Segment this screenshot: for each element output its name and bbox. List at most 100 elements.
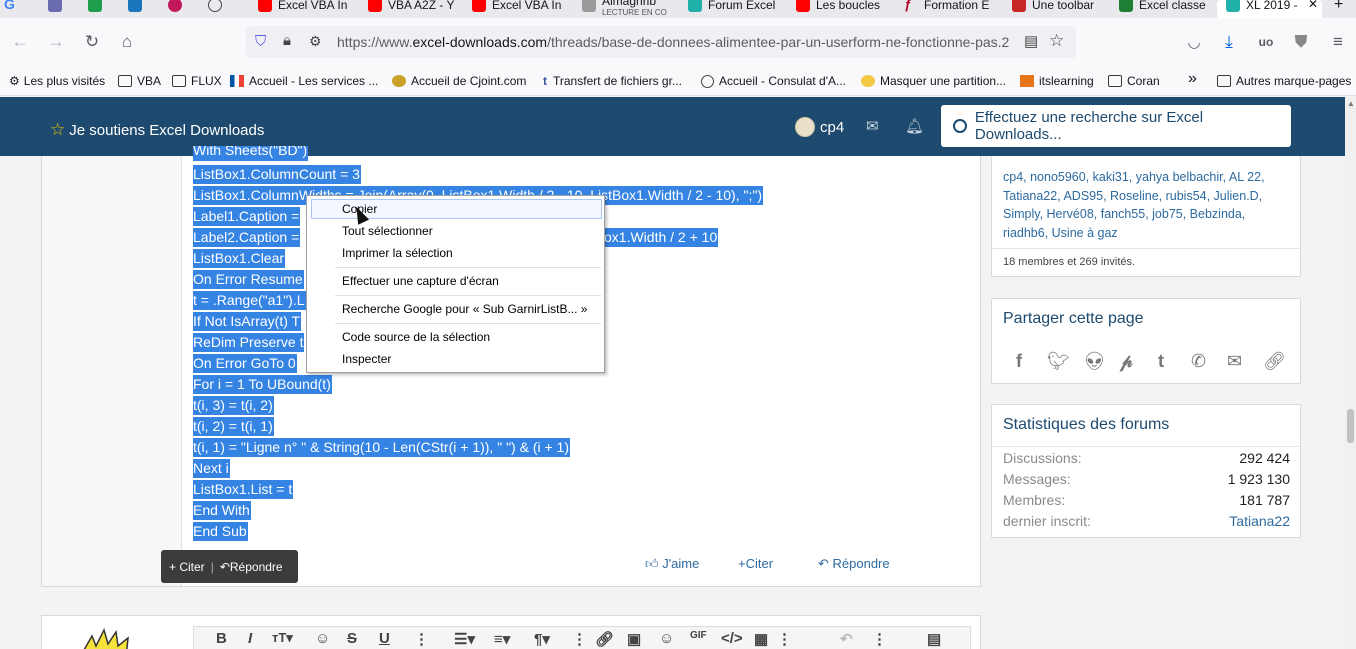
tab-youtube-2[interactable]: VBA A2Z - Y bbox=[368, 0, 458, 18]
code-line[interactable]: With Sheets("BD") bbox=[193, 146, 309, 161]
menu-item-inspect[interactable]: Inspecter bbox=[342, 352, 391, 366]
bookmark-flux[interactable]: FLUX bbox=[172, 74, 222, 88]
code-line[interactable]: ListBox1.Clear bbox=[193, 249, 286, 268]
tab-pinned-4[interactable] bbox=[128, 0, 158, 18]
home-icon[interactable]: ⌂ bbox=[115, 30, 139, 54]
tab-youtube-3[interactable]: Excel VBA In bbox=[472, 0, 562, 18]
italic-icon[interactable]: I bbox=[248, 630, 252, 647]
code-line[interactable]: t(i, 3) = t(i, 2) bbox=[193, 396, 274, 415]
menu-item-screenshot[interactable]: Effectuer une capture d'écran bbox=[342, 274, 499, 288]
list-icon[interactable]: ☰▾ bbox=[454, 630, 475, 648]
text-size-icon[interactable]: тT▾ bbox=[272, 630, 293, 646]
tab-forum-excel[interactable]: Forum Excel bbox=[688, 0, 778, 18]
code-line[interactable]: End Sub bbox=[193, 522, 248, 541]
download-icon[interactable]: ⤓ bbox=[1217, 30, 1241, 54]
more-options-icon[interactable]: ⋮ bbox=[777, 630, 792, 648]
code-line[interactable]: For i = 1 To UBound(t) bbox=[193, 375, 332, 394]
new-tab-button[interactable]: + bbox=[1334, 0, 1352, 14]
tab-une-toolbar[interactable]: Une toolbar bbox=[1012, 0, 1102, 18]
shield-extension-icon[interactable]: ⛊ bbox=[1289, 30, 1313, 54]
table-icon[interactable]: ▦ bbox=[754, 630, 768, 648]
gif-icon[interactable]: GIF bbox=[690, 630, 707, 641]
forward-arrow-icon[interactable]: → bbox=[44, 30, 68, 54]
tab-excel-classe[interactable]: Excel classe bbox=[1119, 0, 1209, 18]
tab-google[interactable]: G bbox=[4, 0, 34, 18]
quote-selection-button[interactable]: + Citer bbox=[169, 560, 205, 574]
user-menu[interactable]: cp4 bbox=[795, 117, 844, 137]
code-line-tail[interactable]: ox1.Width / 2 + 10 bbox=[604, 228, 719, 247]
code-line[interactable]: t = .Range("a1").L bbox=[193, 291, 306, 310]
tab-formation[interactable]: ƒ Formation E bbox=[904, 0, 994, 18]
twitter-icon[interactable]: 🐦︎ bbox=[1047, 351, 1070, 372]
menu-item-select-all[interactable]: Tout sélectionner bbox=[342, 224, 433, 238]
bookmarks-overflow-icon[interactable]: » bbox=[1188, 70, 1197, 88]
strikethrough-icon[interactable]: S bbox=[347, 630, 357, 647]
url-text[interactable]: https://www.excel-downloads.com/threads/… bbox=[337, 34, 1017, 50]
bookmark-coran[interactable]: Coran bbox=[1108, 74, 1160, 88]
menu-item-print-selection[interactable]: Imprimer la sélection bbox=[342, 246, 453, 260]
bookmark-consulat[interactable]: Accueil - Consulat d'A... bbox=[701, 74, 846, 88]
code-line[interactable]: Label2.Caption = bbox=[193, 228, 301, 247]
bookmark-other[interactable]: Autres marque-pages bbox=[1217, 74, 1351, 88]
inbox-icon[interactable]: ✉ bbox=[866, 117, 879, 135]
tab-pinned-5[interactable] bbox=[168, 0, 198, 18]
bookmark-itslearning[interactable]: itslearning bbox=[1020, 74, 1094, 88]
tab-pinned-3[interactable] bbox=[88, 0, 118, 18]
tab-les-boucles[interactable]: Les boucles bbox=[796, 0, 886, 18]
emoji-icon[interactable]: ☺ bbox=[659, 630, 674, 647]
reddit-icon[interactable]: 👽︎ bbox=[1083, 351, 1106, 372]
tab-youtube-1[interactable]: Excel VBA In bbox=[258, 0, 348, 18]
close-tab-icon[interactable]: ✕ bbox=[1308, 0, 1318, 11]
code-line[interactable]: ReDim Preserve t bbox=[193, 333, 305, 352]
image-icon[interactable]: ▣ bbox=[627, 630, 641, 648]
code-line[interactable]: If Not IsArray(t) T bbox=[193, 312, 302, 331]
more-options-icon[interactable]: ⋮ bbox=[414, 630, 429, 648]
more-options-icon[interactable]: ⋮ bbox=[572, 630, 587, 648]
code-line[interactable]: ListBox1.ColumnCount = 3 bbox=[193, 165, 361, 184]
reply-selection-button[interactable]: ↶Répondre bbox=[220, 560, 283, 574]
pocket-icon[interactable]: ◡ bbox=[1182, 30, 1206, 54]
bell-icon[interactable]: 🔔︎ bbox=[905, 117, 924, 135]
members-online-list[interactable]: cp4, nono5960, kaki31, yahya belbachir, … bbox=[1003, 168, 1288, 242]
menu-item-view-source[interactable]: Code source de la sélection bbox=[342, 330, 490, 344]
link-icon[interactable]: 🔗︎ bbox=[1263, 351, 1286, 372]
emoji-icon[interactable]: ☺ bbox=[315, 630, 330, 647]
code-line[interactable]: Next i bbox=[193, 459, 230, 478]
reload-icon[interactable]: ↻ bbox=[80, 30, 104, 54]
latest-member-link[interactable]: Tatiana22 bbox=[1229, 513, 1290, 529]
tab-pinned-6[interactable] bbox=[208, 0, 238, 18]
menu-item-google-search[interactable]: Recherche Google pour « Sub GarnirListB.… bbox=[342, 302, 587, 316]
tab-active-xl2019[interactable]: XL 2019 - ✕ bbox=[1217, 0, 1322, 18]
facebook-icon[interactable]: f bbox=[1016, 351, 1022, 372]
pinterest-icon[interactable]: 𝓅 bbox=[1120, 351, 1133, 372]
bookmark-vba[interactable]: VBA bbox=[118, 74, 161, 88]
scrollbar-thumb[interactable] bbox=[1347, 409, 1354, 443]
reader-view-icon[interactable]: ▤ bbox=[1024, 32, 1038, 50]
whatsapp-icon[interactable]: ✆ bbox=[1191, 351, 1206, 372]
underline-icon[interactable]: U bbox=[379, 630, 390, 647]
code-line[interactable]: ListBox1.List = t bbox=[193, 480, 294, 499]
code-line[interactable]: On Error Resume bbox=[193, 270, 304, 289]
code-line[interactable]: Label1.Caption = bbox=[193, 207, 301, 226]
shield-icon[interactable]: ⛉ bbox=[255, 33, 266, 50]
undo-icon[interactable]: ↶ bbox=[840, 630, 853, 648]
bookmark-star-icon[interactable]: ☆ bbox=[1049, 31, 1064, 51]
link-icon[interactable]: 🔗︎ bbox=[595, 630, 614, 648]
permissions-icon[interactable]: ⚙ bbox=[309, 33, 322, 50]
quote-button[interactable]: +Citer bbox=[738, 556, 773, 571]
bookmark-cjoint[interactable]: Accueil de Cjoint.com bbox=[392, 74, 526, 88]
ublock-icon[interactable]: uo bbox=[1254, 30, 1278, 54]
tab-almaghrib[interactable]: Almaghrib LECTURE EN CO bbox=[582, 0, 672, 18]
code-line[interactable]: End With bbox=[193, 501, 251, 520]
bookmark-services[interactable]: Accueil - Les services ... bbox=[230, 74, 378, 88]
preview-icon[interactable]: ▤ bbox=[927, 630, 941, 648]
menu-icon[interactable]: ≡ bbox=[1326, 30, 1350, 54]
back-arrow-icon[interactable]: ← bbox=[8, 30, 32, 54]
page-scrollbar[interactable]: ▲ bbox=[1345, 97, 1356, 649]
code-icon[interactable]: </> bbox=[721, 630, 743, 647]
email-icon[interactable]: ✉ bbox=[1227, 351, 1242, 372]
bookmark-most-visited[interactable]: ⚙ Les plus visités bbox=[9, 74, 105, 88]
bookmark-partition[interactable]: Masquer une partition... bbox=[861, 74, 1006, 88]
scroll-up-icon[interactable]: ▲ bbox=[1347, 99, 1355, 108]
lock-icon[interactable]: 🔒︎ bbox=[283, 32, 291, 49]
